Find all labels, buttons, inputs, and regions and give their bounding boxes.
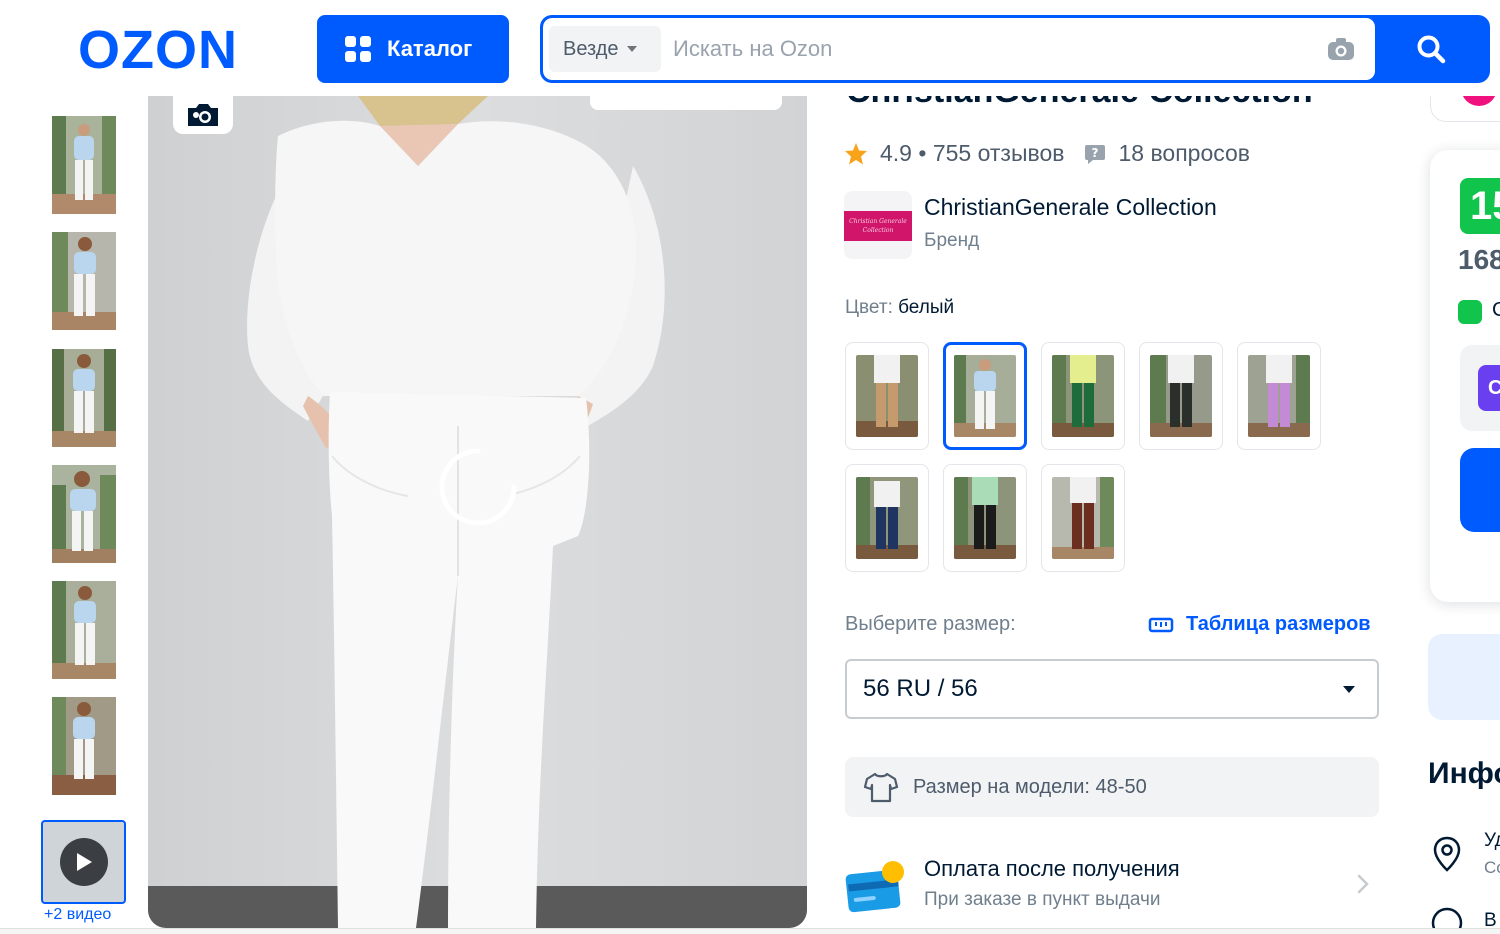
secondary-button[interactable]: [1428, 634, 1500, 720]
payment-subtitle: При заказе в пункт выдачи: [924, 889, 1161, 910]
gallery-thumbnail[interactable]: [52, 465, 116, 563]
payment-after-receipt[interactable]: Оплата после получения При заказе в пунк…: [845, 852, 1379, 922]
questions-link[interactable]: 18 вопросов: [1118, 140, 1250, 167]
rating-row[interactable]: 4.9 • 755 отзывов ? 18 вопросов: [844, 140, 1250, 167]
video-thumbnail[interactable]: [41, 820, 126, 904]
ruler-icon: [1148, 617, 1174, 632]
color-swatch[interactable]: [1041, 464, 1125, 572]
search-scope-label: Везде: [563, 37, 619, 60]
brand-block[interactable]: Christian Generale Collection ChristianG…: [844, 188, 1304, 259]
model-size-text: Размер на модели: 48-50: [913, 775, 1147, 798]
gallery-thumbnail[interactable]: [52, 116, 116, 214]
add-to-cart-button[interactable]: [1460, 448, 1500, 532]
search-icon: [1417, 35, 1446, 64]
brand-logo[interactable]: Christian Generale Collection: [844, 191, 912, 259]
search-field: Везде: [543, 18, 1375, 80]
price-badge: 15: [1460, 178, 1500, 234]
brand-name-link[interactable]: ChristianGenerale Collection: [924, 194, 1217, 221]
color-swatch-selected[interactable]: [943, 342, 1027, 450]
zoom-search-icon[interactable]: [173, 96, 233, 134]
photo-badge: [590, 96, 782, 110]
chevron-down-icon: [626, 46, 637, 52]
model-size-info: Размер на модели: 48-50: [845, 757, 1379, 817]
color-value: белый: [898, 297, 955, 318]
location-pin-icon: [1433, 836, 1461, 872]
delivery-title: Уд: [1484, 830, 1500, 851]
ozon-logo[interactable]: OZON: [78, 22, 238, 78]
color-label: Цвет: белый: [845, 297, 955, 318]
delivery-subtitle: Со: [1484, 858, 1500, 877]
color-swatch[interactable]: [1237, 342, 1321, 450]
rating-value: 4.9: [880, 140, 912, 166]
color-swatch[interactable]: [845, 464, 929, 572]
download-icon: [1458, 300, 1482, 324]
svg-text:?: ?: [1092, 146, 1099, 160]
gallery-thumbnail[interactable]: [52, 581, 116, 679]
play-icon: [59, 838, 108, 886]
main-product-image[interactable]: [148, 96, 807, 928]
payment-title: Оплата после получения: [924, 856, 1180, 881]
credit-card-icon: [845, 861, 904, 913]
rating-separator: •: [911, 140, 933, 166]
gallery-thumbnail[interactable]: [52, 349, 116, 447]
size-select[interactable]: 56 RU / 56: [845, 659, 1379, 719]
color-swatch[interactable]: [1139, 342, 1223, 450]
site-header: OZON Каталог Везде: [0, 0, 1500, 96]
price-card: 15 168 С C: [1430, 150, 1500, 602]
search-input[interactable]: [673, 28, 1313, 70]
brand-label: Бренд: [924, 230, 980, 251]
search-bar: Везде: [540, 15, 1490, 83]
gallery-thumbnail[interactable]: [52, 232, 116, 330]
color-swatch[interactable]: [1041, 342, 1125, 450]
catalog-button[interactable]: Каталог: [317, 15, 509, 83]
gallery-thumbnail[interactable]: [52, 697, 116, 795]
catalog-label: Каталог: [387, 36, 473, 61]
old-price: 168: [1458, 244, 1500, 275]
color-swatch[interactable]: [943, 464, 1027, 572]
green-note: С: [1492, 299, 1500, 321]
color-swatch[interactable]: [845, 342, 929, 450]
video-count-link[interactable]: +2 видео: [44, 906, 111, 924]
star-icon: [845, 143, 867, 165]
info-heading: Инфо: [1428, 757, 1500, 790]
reviews-link[interactable]: 755 отзывов: [933, 140, 1065, 167]
size-label: Выберите размер:: [845, 613, 1016, 635]
camera-icon[interactable]: [1327, 37, 1355, 61]
search-button[interactable]: [1375, 18, 1487, 80]
page-bottom-edge: [0, 928, 1500, 934]
size-table-link[interactable]: Таблица размеров: [1148, 613, 1371, 636]
size-selected-value: 56 RU / 56: [863, 675, 978, 702]
chevron-down-icon: [1343, 685, 1355, 693]
search-scope-dropdown[interactable]: Везде: [549, 26, 661, 72]
chevron-right-icon: [1357, 874, 1369, 894]
installment-button[interactable]: C: [1478, 365, 1500, 411]
tshirt-icon: [863, 772, 899, 803]
question-icon: ?: [1085, 144, 1106, 164]
brand-logo-text: Christian Generale Collection: [844, 211, 912, 241]
grid-icon: [345, 36, 371, 62]
